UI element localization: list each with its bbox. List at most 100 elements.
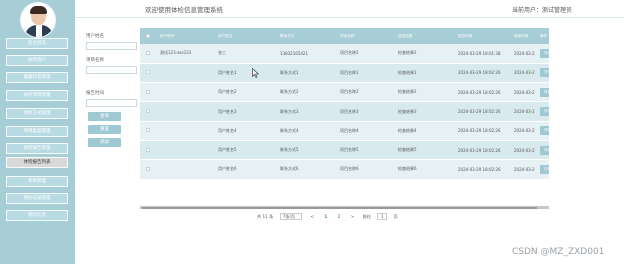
column-header[interactable]: 联系方式 bbox=[275, 28, 335, 44]
report-table: 用户账号 用户姓名 联系方式 项目名称 检查结果 报告时间 更新时间 操作 测试… bbox=[140, 28, 549, 180]
sidebar-item-users[interactable]: 体检用户 bbox=[6, 55, 68, 66]
cell-update-time: 2024-03-29 18:0 bbox=[509, 44, 535, 64]
row-select-cell bbox=[140, 159, 155, 180]
cell-update-time: 2024-03-29 18:0 bbox=[509, 101, 535, 122]
watermark: CSDN @MZ_ZXD001 bbox=[512, 247, 605, 257]
page-suffix: 页 bbox=[393, 213, 398, 219]
select-all-checkbox[interactable] bbox=[145, 33, 150, 38]
table-row[interactable]: 用户姓名1 联系方式1 项目名称1 检查结果1 2024-03-29 18:02… bbox=[140, 63, 549, 84]
row-select-cell bbox=[140, 121, 155, 141]
cell-report-time: 2024-03-29 18:02:26 bbox=[453, 159, 509, 180]
column-header[interactable]: 用户账号 bbox=[155, 28, 213, 44]
user-name-input[interactable] bbox=[86, 42, 137, 50]
cell-actions: 详情 bbox=[535, 140, 549, 161]
sidebar-item-report-list[interactable]: 体检报告列表 bbox=[6, 157, 68, 168]
column-header[interactable]: 项目名称 bbox=[335, 28, 393, 44]
sidebar-item-report-manage[interactable]: 体检报告管理 bbox=[6, 143, 68, 154]
table-row[interactable]: 用户姓名2 联系方式2 项目名称2 检查结果2 2024-03-29 18:02… bbox=[140, 82, 549, 103]
detail-button[interactable]: 详情 bbox=[540, 87, 549, 97]
cell-report-time: 2024-03-29 18:02:26 bbox=[453, 82, 509, 103]
cell-user-name: 用户姓名3 bbox=[213, 101, 275, 122]
table-row[interactable]: 用户姓名3 联系方式3 项目名称3 检查结果3 2024-03-29 18:02… bbox=[140, 101, 549, 122]
cell-contact: 联系方式5 bbox=[275, 140, 335, 161]
cell-project: 项目名称3 bbox=[335, 101, 393, 122]
detail-button[interactable]: 详情 bbox=[540, 145, 549, 155]
cell-user-name: 用户姓名5 bbox=[213, 140, 275, 161]
detail-button[interactable]: 详情 bbox=[540, 126, 549, 136]
page-title: 欢迎使用体检信息管理系统 bbox=[145, 6, 223, 14]
sidebar-item-home[interactable]: 后台首页 bbox=[6, 38, 68, 49]
cell-actions: 详情 bbox=[535, 121, 549, 141]
sidebar-item-my-info[interactable]: 我的信息 bbox=[6, 210, 68, 221]
detail-button[interactable]: 详情 bbox=[540, 48, 549, 58]
sidebar-item-health-science[interactable]: 健康科普管理 bbox=[6, 72, 68, 83]
cell-actions: 详情 bbox=[535, 63, 549, 84]
add-button[interactable]: 添加 bbox=[88, 138, 121, 147]
cell-user-name: 用户姓名6 bbox=[213, 159, 275, 180]
user-name-label: 用户姓名 bbox=[86, 34, 104, 39]
cell-contact: 13832165421 bbox=[275, 44, 335, 64]
header-divider bbox=[75, 17, 624, 18]
project-name-input[interactable] bbox=[86, 66, 137, 74]
sidebar: 后台首页 体检用户 健康科普管理 体检项目管理 体检方式管理 项目类型管理 体检… bbox=[0, 0, 75, 264]
table-row[interactable]: 用户姓名6 联系方式6 项目名称6 检查结果6 2024-03-29 18:02… bbox=[140, 159, 549, 180]
detail-button[interactable]: 详情 bbox=[540, 107, 549, 117]
sidebar-item-appointments[interactable]: 预约记录管理 bbox=[6, 193, 68, 204]
report-time-label: 报告时间 bbox=[86, 91, 104, 96]
sidebar-item-system[interactable]: 系统管理 bbox=[6, 176, 68, 187]
column-header[interactable]: 操作 bbox=[535, 28, 549, 44]
cell-account bbox=[155, 82, 213, 103]
cell-report-time: 2024-03-29 18:02:26 bbox=[453, 101, 509, 122]
table-row[interactable]: 测试123-ass123 张三 13832165421 项目名称2 检查结果2 … bbox=[140, 44, 549, 64]
cell-user-name: 用户姓名2 bbox=[213, 82, 275, 103]
cell-account bbox=[155, 63, 213, 84]
column-header[interactable]: 用户姓名 bbox=[213, 28, 275, 44]
row-checkbox[interactable] bbox=[145, 128, 150, 133]
row-checkbox[interactable] bbox=[145, 109, 150, 114]
scrollbar-thumb[interactable] bbox=[142, 206, 537, 209]
column-header[interactable]: 报告时间 bbox=[453, 28, 509, 44]
table-row[interactable]: 用户姓名4 联系方式4 项目名称4 检查结果4 2024-03-29 18:02… bbox=[140, 121, 549, 141]
page-number[interactable]: 2 bbox=[336, 214, 343, 219]
cell-project: 项目名称2 bbox=[335, 44, 393, 64]
cell-contact: 联系方式2 bbox=[275, 82, 335, 103]
cell-user-name: 张三 bbox=[213, 44, 275, 64]
column-header[interactable]: 检查结果 bbox=[393, 28, 453, 44]
cell-contact: 联系方式3 bbox=[275, 101, 335, 122]
page-number[interactable]: 1 bbox=[322, 214, 329, 219]
sidebar-item-project-types[interactable]: 项目类型管理 bbox=[6, 126, 68, 137]
page-size-select[interactable]: 7条/页 bbox=[279, 213, 303, 220]
prev-page-button[interactable]: < bbox=[309, 214, 317, 219]
column-header[interactable]: 更新时间 bbox=[509, 28, 535, 44]
sidebar-item-exam-projects[interactable]: 体检项目管理 bbox=[6, 90, 68, 101]
cell-result: 检查结果2 bbox=[393, 82, 453, 103]
row-checkbox[interactable] bbox=[145, 147, 150, 152]
goto-page-input[interactable]: 1 bbox=[377, 213, 388, 220]
row-checkbox[interactable] bbox=[145, 166, 150, 171]
detail-button[interactable]: 详情 bbox=[540, 164, 549, 174]
row-select-cell bbox=[140, 82, 155, 103]
cell-result: 检查结果1 bbox=[393, 63, 453, 84]
query-button[interactable]: 查询 bbox=[88, 112, 121, 121]
cell-report-time: 2024-03-29 18:02:26 bbox=[453, 63, 509, 84]
sidebar-item-exam-methods[interactable]: 体检方式管理 bbox=[6, 108, 68, 119]
goto-label: 前往 bbox=[362, 213, 371, 219]
detail-button[interactable]: 详情 bbox=[540, 68, 549, 78]
cell-result: 检查结果5 bbox=[393, 140, 453, 161]
row-select-cell bbox=[140, 140, 155, 161]
row-checkbox[interactable] bbox=[145, 89, 150, 94]
row-checkbox[interactable] bbox=[145, 50, 150, 55]
row-checkbox[interactable] bbox=[145, 70, 150, 75]
table-row[interactable]: 用户姓名5 联系方式5 项目名称5 检查结果5 2024-03-29 18:02… bbox=[140, 140, 549, 161]
report-time-input[interactable] bbox=[86, 99, 137, 107]
avatar[interactable] bbox=[20, 2, 56, 38]
next-page-button[interactable]: > bbox=[349, 214, 357, 219]
cell-account bbox=[155, 101, 213, 122]
row-select-cell bbox=[140, 63, 155, 84]
table-header-row: 用户账号 用户姓名 联系方式 项目名称 检查结果 报告时间 更新时间 操作 bbox=[140, 28, 549, 44]
cell-user-name: 用户姓名1 bbox=[213, 63, 275, 84]
cell-update-time: 2024-03-29 18:0 bbox=[509, 82, 535, 103]
reset-button[interactable]: 重置 bbox=[88, 125, 121, 134]
cell-actions: 详情 bbox=[535, 44, 549, 64]
current-user: 当前用户：测试管理员 bbox=[511, 7, 572, 14]
